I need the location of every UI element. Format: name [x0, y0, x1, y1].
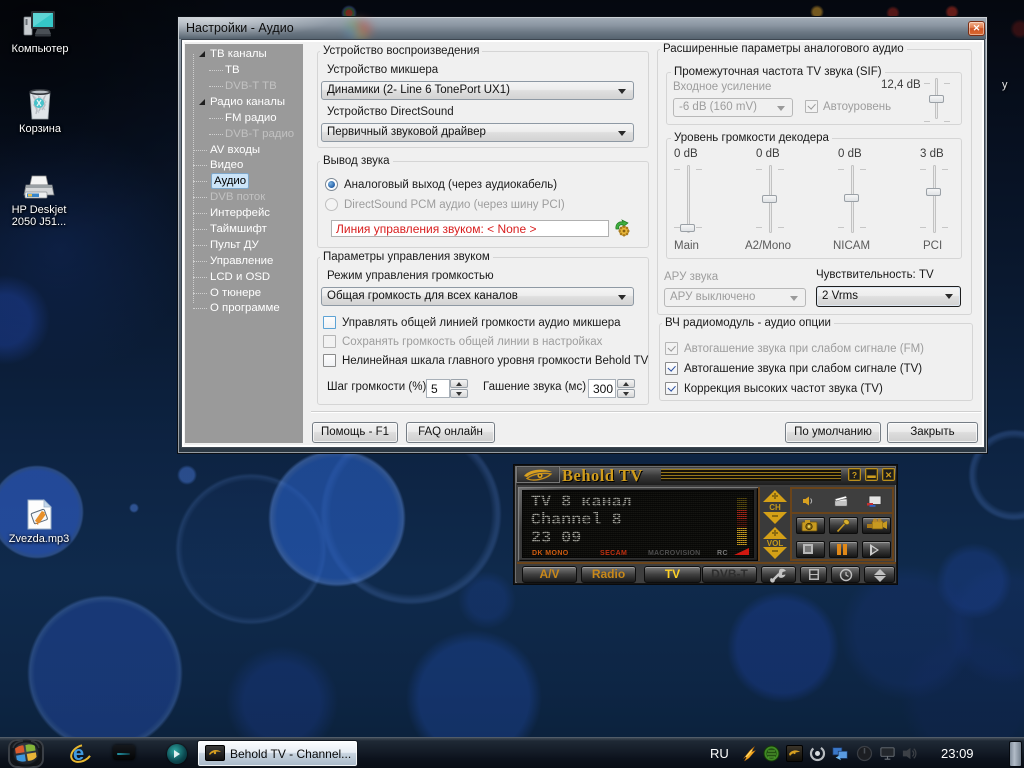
- svg-text:e: e: [73, 743, 84, 765]
